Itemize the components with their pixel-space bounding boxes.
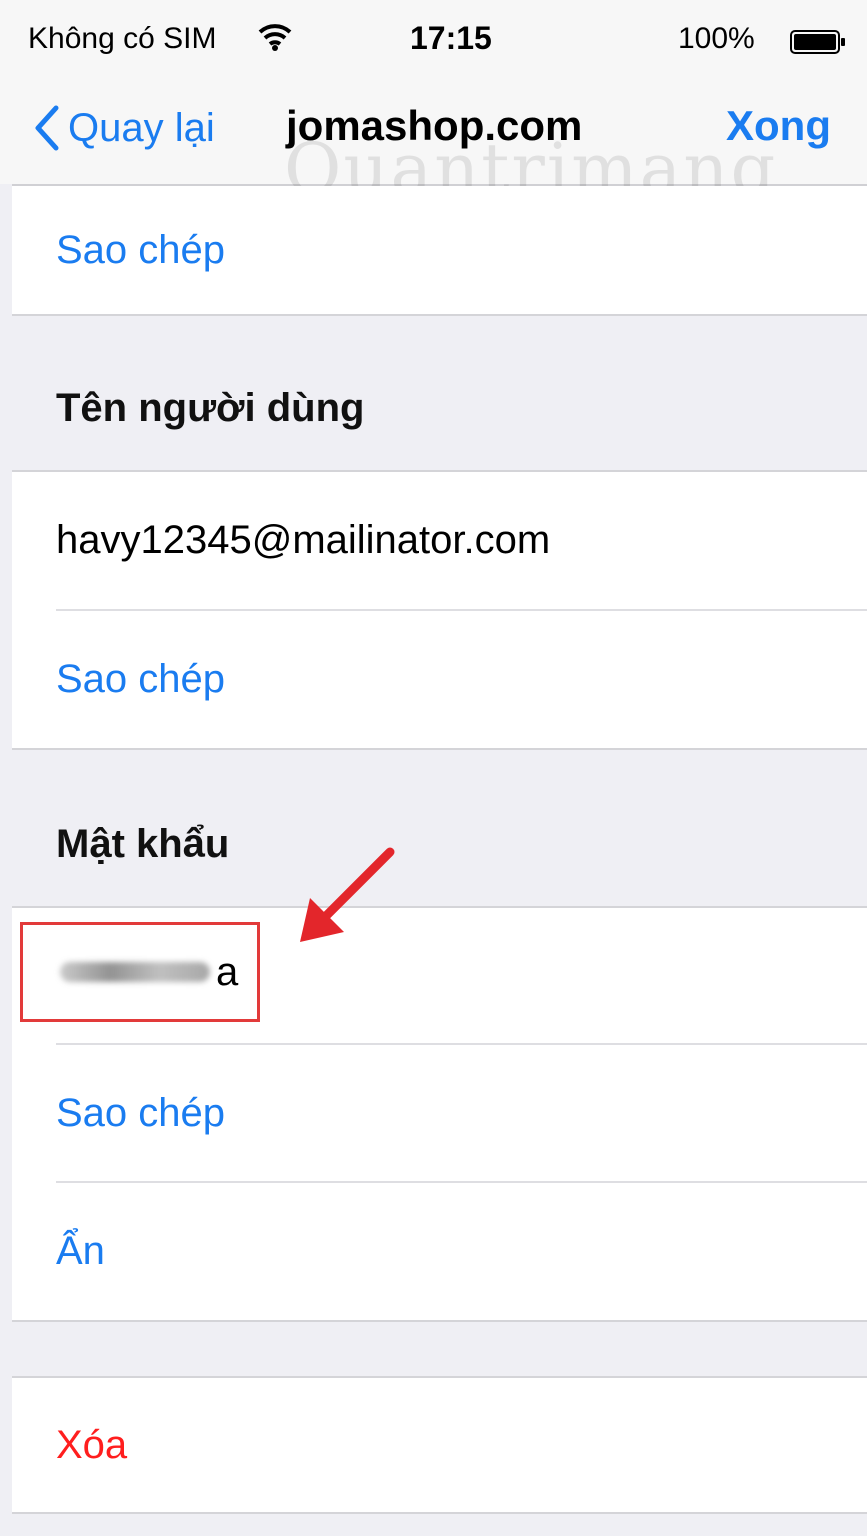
divider: [12, 1512, 867, 1514]
website-copy-row[interactable]: Sao chép: [12, 186, 867, 314]
password-copy-row[interactable]: Sao chép: [12, 1045, 867, 1181]
page-title: jomashop.com: [286, 102, 583, 149]
back-chevron-icon: [35, 105, 59, 151]
password-highlight-box: [20, 922, 260, 1022]
divider: [12, 1320, 867, 1322]
divider: [12, 748, 867, 750]
divider: [12, 314, 867, 316]
password-copy-label: Sao chép: [56, 1090, 226, 1135]
wifi-icon: [258, 22, 292, 60]
username-value: havy12345@mailinator.com: [56, 518, 551, 562]
password-hide-label: Ẩn: [56, 1229, 105, 1273]
battery-icon: [790, 28, 846, 54]
delete-row[interactable]: Xóa: [12, 1378, 867, 1512]
delete-group: Xóa: [12, 1378, 867, 1512]
username-copy-row[interactable]: Sao chép: [12, 611, 867, 748]
carrier-label: Không có SIM: [28, 22, 217, 55]
website-group: Sao chép: [12, 186, 867, 314]
back-button[interactable]: Quay lại: [34, 98, 215, 158]
red-arrow-icon: [300, 847, 395, 942]
username-header: Tên người dùng: [56, 386, 365, 430]
done-button[interactable]: Xong: [726, 102, 831, 150]
username-copy-label: Sao chép: [56, 657, 226, 701]
password-hide-row[interactable]: Ẩn: [12, 1183, 867, 1320]
website-copy-label: Sao chép: [56, 227, 226, 272]
username-value-row[interactable]: havy12345@mailinator.com: [12, 472, 867, 609]
navigation-bar: Quay lại jomashop.com Xong: [0, 80, 867, 186]
clock-time: 17:15: [410, 20, 492, 56]
battery-percent: 100%: [678, 22, 755, 55]
password-header: Mật khẩu: [56, 822, 230, 866]
back-label: Quay lại: [68, 105, 215, 150]
status-bar: Không có SIM 17:15 100%: [0, 0, 867, 80]
username-group: havy12345@mailinator.com Sao chép: [12, 472, 867, 748]
delete-label: Xóa: [56, 1422, 128, 1467]
left-edge: [0, 184, 12, 1536]
